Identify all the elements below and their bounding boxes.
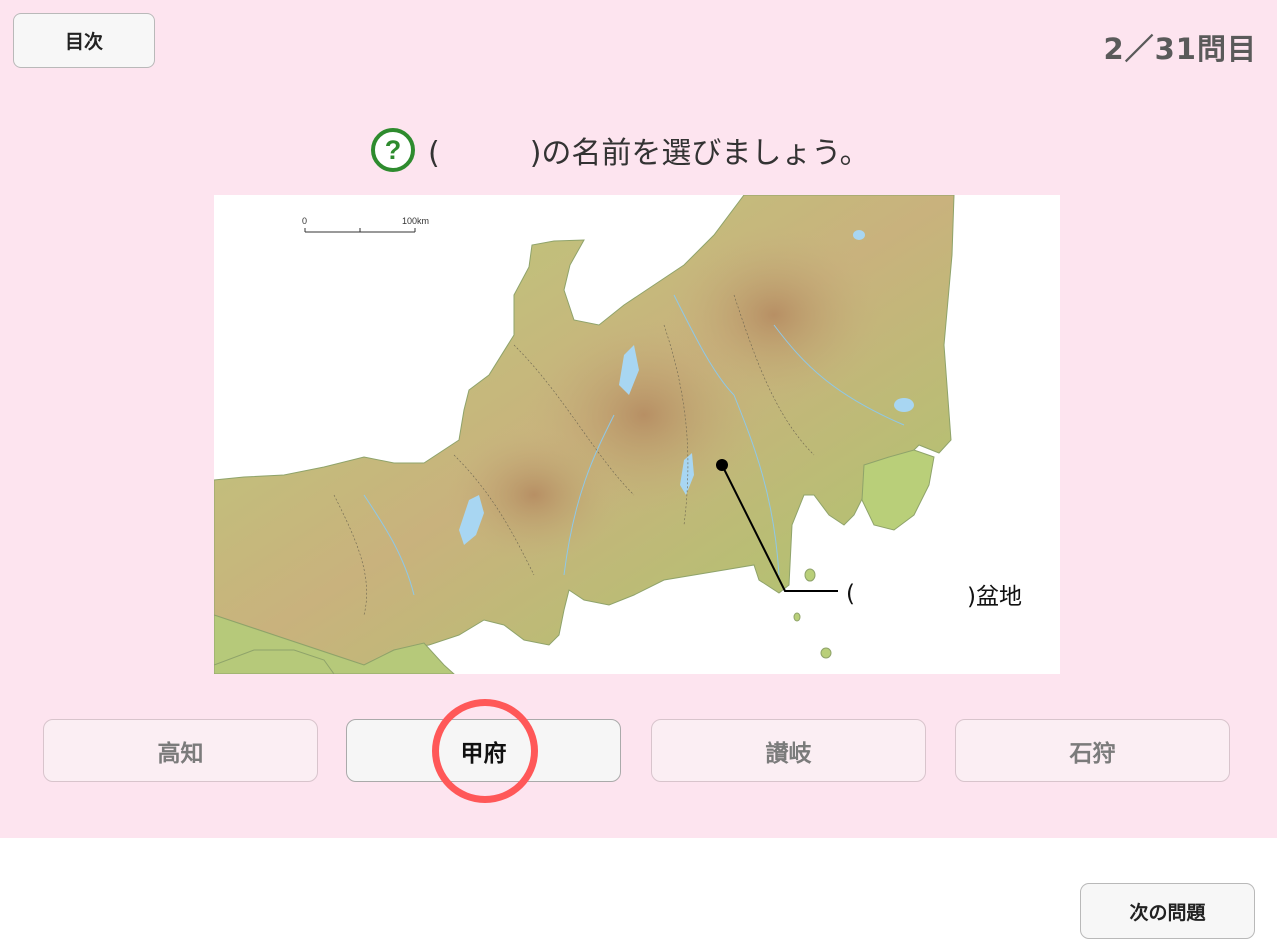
scale-bar: 0 100km — [302, 216, 429, 233]
choice-button-3[interactable]: 讃岐 — [651, 719, 926, 782]
mountain-shade — [664, 225, 884, 405]
progress-indicator: 2／31問目 — [1103, 32, 1257, 66]
choice-button-4[interactable]: 石狩 — [955, 719, 1230, 782]
quiz-panel: 目次 2／31問目 ? ( )の名前を選びましょう。 0 100km ()盆地… — [0, 0, 1277, 838]
island — [804, 568, 816, 582]
land-boso — [861, 449, 935, 531]
question-prompt: ? ( )の名前を選びましょう。 — [370, 126, 870, 174]
choice-button-1[interactable]: 高知 — [43, 719, 318, 782]
island — [793, 612, 801, 622]
next-question-button[interactable]: 次の問題 — [1080, 883, 1255, 939]
lake — [853, 230, 865, 240]
question-circle-icon: ? — [371, 128, 415, 172]
toc-button[interactable]: 目次 — [13, 13, 155, 68]
scale-end-label: 100km — [402, 216, 429, 226]
mountain-shade — [444, 425, 624, 565]
callout-open: ( — [846, 581, 855, 607]
scale-start-label: 0 — [302, 216, 307, 226]
island — [820, 647, 832, 659]
question-text: ( )の名前を選びましょう。 — [428, 136, 870, 171]
basin-callout: ( )盆地 — [846, 577, 1022, 611]
lake-kasumigaura — [894, 398, 914, 412]
choice-button-2[interactable]: 甲府 — [346, 719, 621, 782]
callout-close: )盆地 — [966, 584, 1022, 610]
svg-text:?: ? — [385, 135, 402, 165]
